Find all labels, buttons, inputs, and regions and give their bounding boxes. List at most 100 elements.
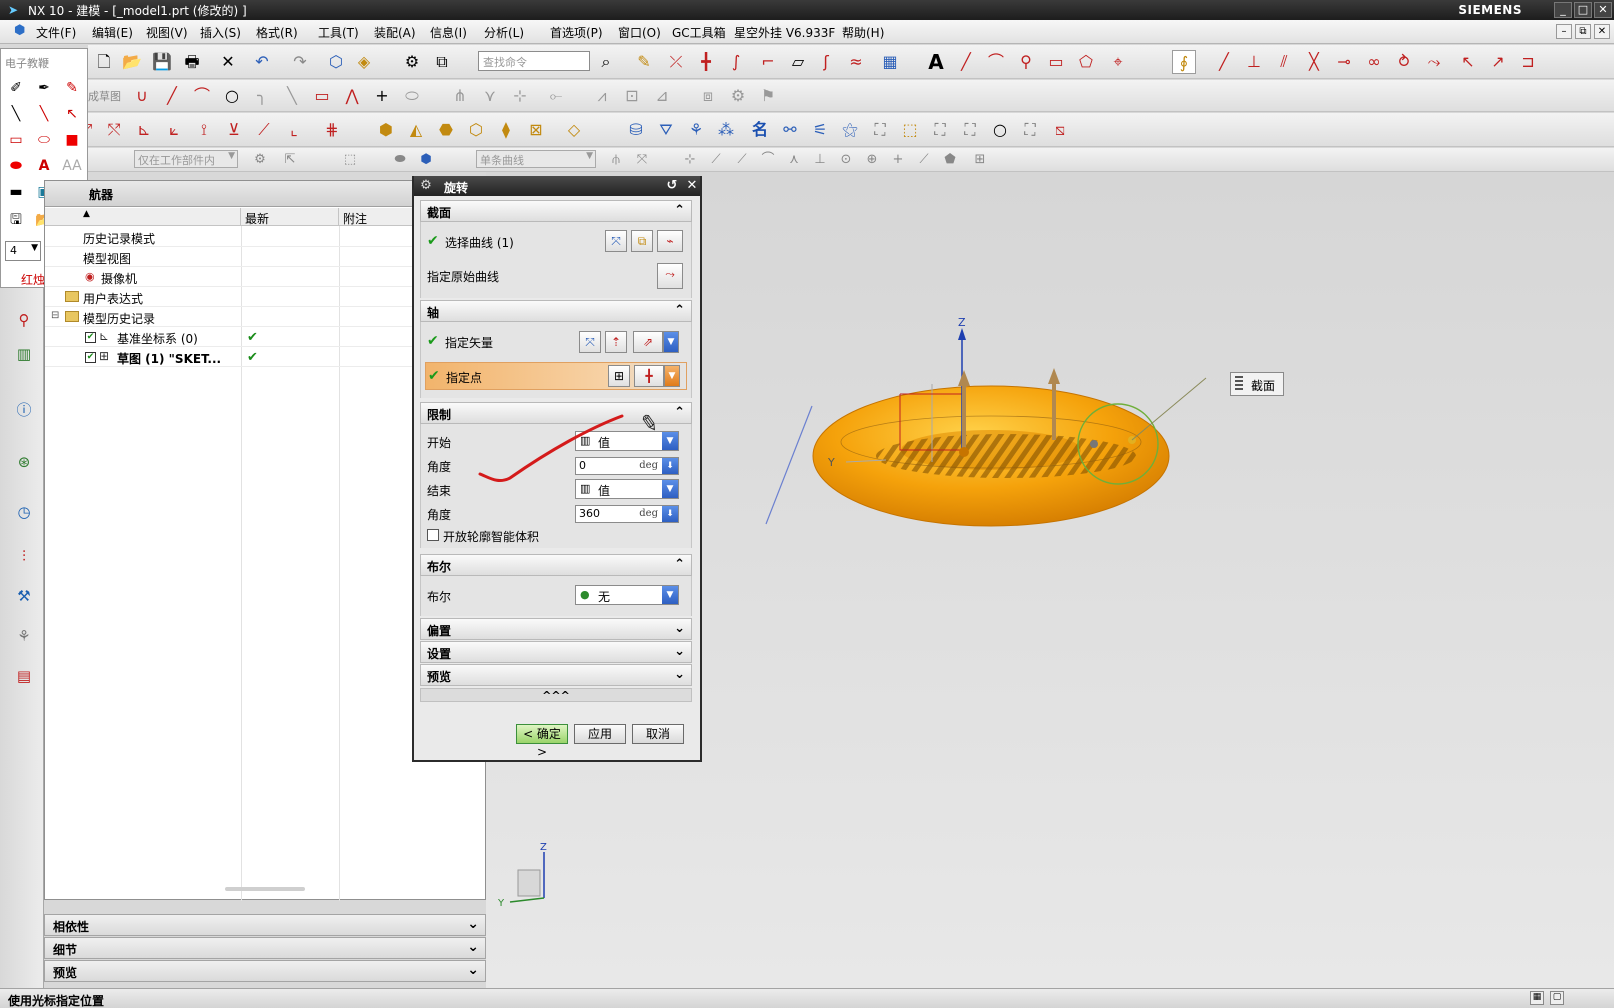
chain-icon[interactable]: ∞ — [1362, 50, 1386, 74]
apply-button[interactable]: 应用 — [574, 724, 626, 744]
sketch-chamfer-icon[interactable]: ╲ — [280, 84, 304, 108]
axis-icon[interactable]: ⊥ — [1242, 50, 1266, 74]
curve-rule-icon[interactable]: ⤧ — [605, 230, 627, 252]
snap-perp-icon[interactable]: ⊥ — [808, 148, 832, 172]
extend-icon[interactable]: ╋ — [694, 50, 718, 74]
line-weight-icon[interactable]: ▬ — [5, 181, 27, 203]
point-arrow-head[interactable] — [1048, 368, 1060, 384]
boolean-select[interactable]: ● 无 ▼ — [575, 585, 679, 605]
measure-dist-icon[interactable]: ⚯ — [778, 118, 802, 142]
command-search-input[interactable]: 查找命令 — [478, 51, 590, 71]
drag-grip-icon[interactable] — [1235, 376, 1243, 392]
save-drawing-icon[interactable]: 🖫 — [5, 209, 27, 231]
handle-point[interactable] — [1090, 440, 1098, 448]
line-width-select[interactable]: 4 ▼ — [5, 241, 41, 261]
boolean-group-header[interactable]: 布尔 ⌃ — [420, 554, 692, 576]
point-set-icon[interactable]: ⟟ — [192, 118, 216, 142]
column-latest[interactable]: 最新 — [241, 208, 339, 226]
sketch-gear-icon[interactable]: ⚙ — [726, 84, 750, 108]
point-dialog-icon[interactable]: ⊞ — [608, 365, 630, 387]
hole-icon[interactable]: ⊠ — [524, 118, 548, 142]
origin-curve-row[interactable]: 指定原始曲线 ⤳ — [421, 262, 691, 290]
rectangle-filled-icon[interactable]: ■ — [61, 129, 83, 151]
snap-line-icon[interactable]: ⟋ — [704, 148, 728, 172]
open-profile-row[interactable]: 开放轮廓智能体积 — [421, 522, 691, 550]
point-icon[interactable]: ⌖ — [1106, 50, 1130, 74]
offset-plane-icon[interactable]: ⟋ — [252, 118, 276, 142]
end-angle-input[interactable]: 360 deg ⬇ — [575, 505, 679, 523]
select-arrow-icon[interactable]: ⇱ — [278, 148, 302, 172]
system-scene-icon[interactable]: ▤ — [12, 664, 36, 688]
highlighter-icon[interactable]: ╲ — [5, 103, 27, 125]
select-solid-icon[interactable]: ⬬ — [388, 148, 412, 172]
point-dropdown-arrow[interactable]: ▼ — [664, 365, 680, 387]
bracket-icon[interactable]: ⊐ — [1516, 50, 1540, 74]
panel-dependencies[interactable]: 相依性 ⌄ — [44, 914, 486, 936]
hatch-icon[interactable]: ⫽ — [1272, 50, 1296, 74]
status-grid-icon[interactable]: ▦ — [1530, 991, 1544, 1005]
snap-icon[interactable]: ⚙ — [400, 50, 424, 74]
snap-point-icon[interactable]: + — [886, 148, 910, 172]
snap-control-icon[interactable]: ⊹ — [678, 148, 702, 172]
eraser-icon[interactable]: ✐ — [5, 77, 27, 99]
info-icon[interactable]: ⓘ — [12, 398, 36, 422]
feature2-icon[interactable]: ⛶ — [958, 118, 982, 142]
ellipse-filled-icon[interactable]: ⬬ — [5, 155, 27, 177]
menu-insert[interactable]: 插入(S) — [200, 24, 241, 41]
curve-icon[interactable]: ∫ — [724, 50, 748, 74]
line-icon[interactable]: ╲ — [33, 103, 55, 125]
menu-window[interactable]: 窗口(O) — [618, 24, 661, 41]
snap-endpoint-icon[interactable]: ⫛ — [604, 148, 628, 172]
line2-icon[interactable]: ╱ — [1212, 50, 1236, 74]
history-icon[interactable]: ◷ — [12, 500, 36, 524]
inferred-point-icon[interactable]: ╋ — [634, 365, 664, 387]
menu-info[interactable]: 信息(I) — [430, 24, 467, 41]
sketch-relation-icon[interactable]: ⧈ — [696, 84, 720, 108]
cut-icon[interactable]: ✕ — [216, 50, 240, 74]
arrow-down-icon[interactable]: ⬇ — [662, 506, 678, 522]
feature-icon[interactable]: ⛶ — [928, 118, 952, 142]
maximize-button[interactable]: □ — [1574, 2, 1592, 18]
text-tool-icon[interactable]: A — [33, 155, 55, 177]
mdi-minimize-button[interactable]: – — [1556, 24, 1572, 39]
cylinder-icon[interactable]: ⛁ — [624, 118, 648, 142]
process-studio-icon[interactable]: ⚒ — [12, 584, 36, 608]
dim-icon[interactable]: ⊸ — [1332, 50, 1356, 74]
find-icon[interactable]: ⌕ — [594, 50, 618, 74]
column-name[interactable]: ▲ — [45, 208, 241, 226]
layer-icon[interactable]: ⧉ — [430, 50, 454, 74]
raster-icon[interactable]: ⊻ — [222, 118, 246, 142]
trim-icon[interactable]: ⤫ — [664, 50, 688, 74]
splitter-handle[interactable] — [225, 887, 305, 891]
curve-rule-select[interactable]: 单条曲线 ▼ — [476, 150, 596, 168]
offset-curve-icon[interactable]: ≈ — [844, 50, 868, 74]
offset-group-header[interactable]: 偏置 ⌄ — [420, 618, 692, 640]
ok-button[interactable]: < 确定 > — [516, 724, 568, 759]
handle-point[interactable] — [959, 447, 969, 457]
arc-icon[interactable]: ⌒ — [984, 50, 1008, 74]
snap-quad-icon[interactable]: ⋏ — [782, 148, 806, 172]
datum-csys-icon[interactable]: ⤲ — [102, 118, 126, 142]
rectangle-icon[interactable]: ▭ — [1044, 50, 1068, 74]
snap-center-icon[interactable]: ⊙ — [834, 148, 858, 172]
sketch-line-icon[interactable]: ╱ — [160, 84, 184, 108]
arrow-icon[interactable]: ↖ — [61, 103, 83, 125]
lattice-icon[interactable]: ⋕ — [320, 118, 344, 142]
analysis-icon[interactable]: ⚟ — [808, 118, 832, 142]
snap-bound-icon[interactable]: ⬟ — [938, 148, 962, 172]
visibility-checkbox[interactable]: ✔ — [85, 352, 96, 363]
unite-icon[interactable]: ⬣ — [434, 118, 458, 142]
marker-icon[interactable]: ✎ — [61, 77, 83, 99]
datum-vector-icon[interactable]: ⊾ — [132, 118, 156, 142]
snap-tangent-icon[interactable]: ⟋ — [730, 148, 754, 172]
box-icon[interactable]: ⬚ — [898, 118, 922, 142]
csys-icon[interactable]: ⌞ — [282, 118, 306, 142]
helix-icon[interactable]: ⥁ — [1392, 50, 1416, 74]
specify-point-row[interactable]: ✔ 指定点 ⊞ ╋ ▼ — [425, 362, 687, 390]
collapse-icon[interactable]: ⊟ — [51, 310, 59, 321]
panel-preview[interactable]: 预览 ⌄ — [44, 960, 486, 982]
font-size-icon[interactable]: AA — [61, 155, 83, 177]
circle-icon[interactable]: ○ — [988, 118, 1012, 142]
sketch-circle-icon[interactable]: ○ — [220, 84, 244, 108]
vector-arrow-head[interactable] — [958, 370, 970, 386]
